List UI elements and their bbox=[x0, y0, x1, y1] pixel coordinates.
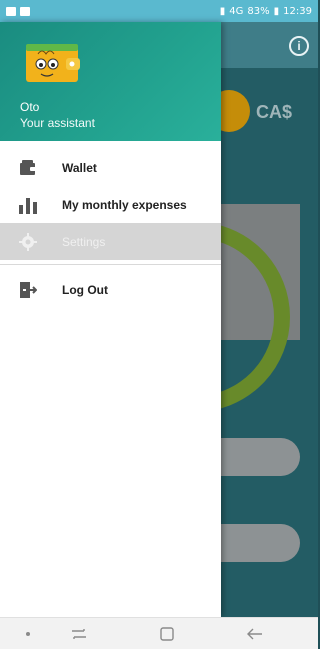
dot-button[interactable] bbox=[18, 618, 38, 649]
drawer-menu: Wallet My monthly expenses Settings Log … bbox=[0, 149, 221, 308]
wallet-icon bbox=[18, 158, 38, 178]
back-button[interactable] bbox=[242, 618, 268, 649]
recents-button[interactable] bbox=[66, 618, 92, 649]
menu-item-settings[interactable]: Settings bbox=[0, 223, 221, 260]
menu-item-wallet[interactable]: Wallet bbox=[0, 149, 221, 186]
menu-item-logout[interactable]: Log Out bbox=[0, 271, 221, 308]
system-nav-bar bbox=[0, 617, 318, 649]
menu-divider bbox=[0, 264, 221, 265]
assistant-name: Oto bbox=[20, 100, 40, 114]
bar-chart-icon bbox=[18, 195, 38, 215]
image-notification-icon bbox=[6, 6, 16, 16]
wallet-face-icon bbox=[26, 44, 80, 82]
menu-item-monthly-expenses[interactable]: My monthly expenses bbox=[0, 186, 221, 223]
drawer-header: Oto Your assistant bbox=[0, 22, 221, 141]
gear-icon bbox=[18, 232, 38, 252]
battery-percent: 83% bbox=[247, 5, 270, 17]
facebook-notification-icon bbox=[20, 6, 30, 16]
info-icon[interactable]: i bbox=[289, 36, 309, 56]
home-button[interactable] bbox=[154, 618, 180, 649]
network-type: 4G bbox=[229, 5, 244, 17]
assistant-subtitle: Your assistant bbox=[20, 116, 95, 130]
currency-label: CA$ bbox=[256, 102, 293, 122]
status-bar: ▮ 4G 83% ▮ 12:39 bbox=[0, 0, 318, 22]
battery-icon: ▮ bbox=[273, 5, 280, 17]
signal-icon: ▮ bbox=[219, 5, 226, 17]
menu-label-monthly-expenses: My monthly expenses bbox=[62, 197, 187, 212]
menu-label-wallet: Wallet bbox=[62, 160, 97, 175]
navigation-drawer: Oto Your assistant Wallet My monthly exp… bbox=[0, 22, 221, 617]
logout-icon bbox=[18, 280, 38, 300]
menu-label-logout: Log Out bbox=[62, 282, 108, 297]
clock: 12:39 bbox=[283, 5, 312, 17]
menu-label-settings: Settings bbox=[62, 234, 106, 249]
